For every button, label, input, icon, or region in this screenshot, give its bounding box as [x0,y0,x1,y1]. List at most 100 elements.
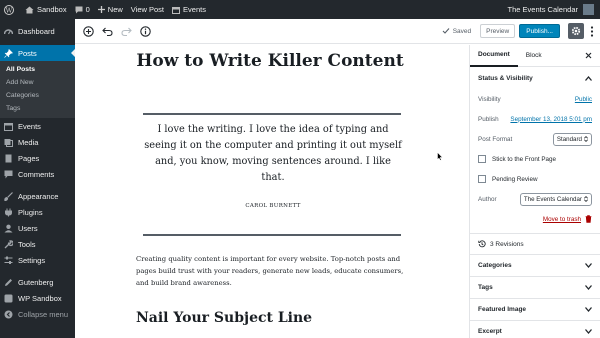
redo-icon [121,27,132,36]
featured-image-heading: Featured Image [478,306,527,313]
sticky-label: Stick to the Front Page [492,155,557,163]
visibility-row: Visibility Public [470,89,600,109]
pending-review-checkbox[interactable] [478,175,486,183]
more-tools-button[interactable] [590,25,594,37]
post-format-label: Post Format [478,135,513,143]
status-visibility-toggle[interactable]: Status & Visibility [470,67,600,89]
preview-button[interactable]: Preview [480,24,516,38]
excerpt-heading: Excerpt [478,328,502,335]
sidebar-item-label: Comments [18,169,55,179]
saved-status: Saved [442,27,471,35]
separator-bottom [143,234,401,236]
collapse-menu-button[interactable]: Collapse menu [0,306,75,322]
categories-panel-toggle[interactable]: Categories [470,255,600,277]
sidebar-item-appearance[interactable]: Appearance [0,188,75,204]
sidebar-item-media[interactable]: Media [0,134,75,150]
view-post-label: View Post [130,5,165,14]
undo-icon [102,27,113,36]
sidebar-item-gutenberg[interactable]: Gutenberg [0,274,75,290]
view-post-link[interactable]: View Post [131,5,164,14]
close-icon [585,52,592,59]
chevron-down-icon [585,307,592,312]
posts-submenu: All Posts Add New Categories Tags [0,61,75,118]
page-icon [5,154,12,162]
sidebar-item-comments[interactable]: Comments [0,166,75,182]
site-name-link[interactable]: Sandbox [25,5,67,14]
revisions-label: 3 Revisions [490,240,524,248]
settings-toggle-button[interactable] [568,23,584,39]
tab-document[interactable]: Document [470,45,518,67]
close-settings-button[interactable] [585,52,592,59]
site-name: Sandbox [37,5,67,14]
chevron-down-icon [585,263,592,268]
wp-logo[interactable]: W [4,4,17,15]
sidebar-item-users[interactable]: Users [0,220,75,236]
new-content-link[interactable]: New [97,5,123,14]
sidebar-item-tools[interactable]: Tools [0,236,75,252]
visibility-label: Visibility [478,95,501,103]
select-arrows-icon [584,196,588,202]
submenu-categories[interactable]: Categories [0,89,75,102]
submenu-tags[interactable]: Tags [0,102,75,115]
chevron-down-icon [585,329,592,334]
editor-canvas: How to Write Killer Content I love the w… [75,45,469,338]
author-row: Author The Events Calendar [470,189,600,209]
sidebar-item-settings[interactable]: Settings [0,252,75,268]
sidebar-item-label: Settings [18,255,46,265]
sidebar-item-dashboard[interactable]: Dashboard [0,23,75,39]
sticky-checkbox[interactable] [478,155,486,163]
sidebar-item-wp-sandbox[interactable]: WP Sandbox [0,290,75,306]
sidebar-item-events[interactable]: Events [0,118,75,134]
comments-link[interactable]: 0 [75,5,90,14]
featured-image-panel-toggle[interactable]: Featured Image [470,299,600,321]
pullquote-citation[interactable]: CAROL BURNETT [142,203,404,209]
post-title[interactable]: How to Write Killer Content [135,50,405,72]
publish-date-toggle[interactable]: September 13, 2018 5:01 pm [510,116,592,123]
pullquote-text[interactable]: I love the writing. I love the idea of t… [142,122,404,186]
undo-button[interactable] [102,26,113,37]
sidebar-item-label: Plugins [18,207,43,217]
publish-button[interactable]: Publish... [519,24,560,38]
author-label: Author [478,195,497,203]
sidebar-item-label: Tools [18,239,36,249]
sidebar-item-plugins[interactable]: Plugins [0,204,75,220]
comments-count: 0 [85,5,90,14]
submenu-add-new[interactable]: Add New [0,76,75,89]
sliders-icon [4,256,13,264]
tab-block[interactable]: Block [518,45,550,67]
calendar-icon [4,122,13,131]
pencil-icon [5,278,12,286]
admin-sidebar: Dashboard Posts All Posts Add New Catego… [0,19,75,338]
author-select[interactable]: The Events Calendar [519,192,592,206]
events-label: Events [183,5,206,14]
info-icon [140,25,151,37]
settings-sidebar: Document Block Status & Visibility Visib… [469,45,600,338]
saved-label: Saved [452,27,472,35]
tags-panel-toggle[interactable]: Tags [470,277,600,299]
add-block-button[interactable] [83,25,94,37]
comment-icon [4,170,13,178]
redo-button[interactable] [121,26,132,37]
events-link[interactable]: Events [172,5,206,14]
excerpt-panel-toggle[interactable]: Excerpt [470,321,600,338]
sidebar-item-label: WP Sandbox [18,293,62,303]
heading-block[interactable]: Nail Your Subject Line [136,310,408,326]
new-label: New [107,5,123,14]
editor-toolbar: Saved Preview Publish... [75,19,600,44]
sticky-row: Stick to the Front Page [470,149,600,169]
post-format-select[interactable]: Standard [552,132,592,146]
revisions-link[interactable]: 3 Revisions [470,233,600,255]
dashboard-icon [4,28,13,34]
sidebar-item-label: Media [18,137,39,147]
sidebar-item-pages[interactable]: Pages [0,150,75,166]
move-to-trash-link[interactable]: Move to trash [543,216,581,223]
select-arrows-icon [584,136,588,142]
visibility-toggle[interactable]: Public [575,96,592,103]
user-account-link[interactable]: The Events Calendar [508,4,594,15]
paragraph-block[interactable]: Creating quality content is important fo… [136,253,408,289]
trash-icon [585,215,592,223]
plus-icon [97,6,105,13]
sidebar-item-posts[interactable]: Posts [0,45,75,61]
content-info-button[interactable] [140,25,151,37]
submenu-all-posts[interactable]: All Posts [0,63,75,76]
